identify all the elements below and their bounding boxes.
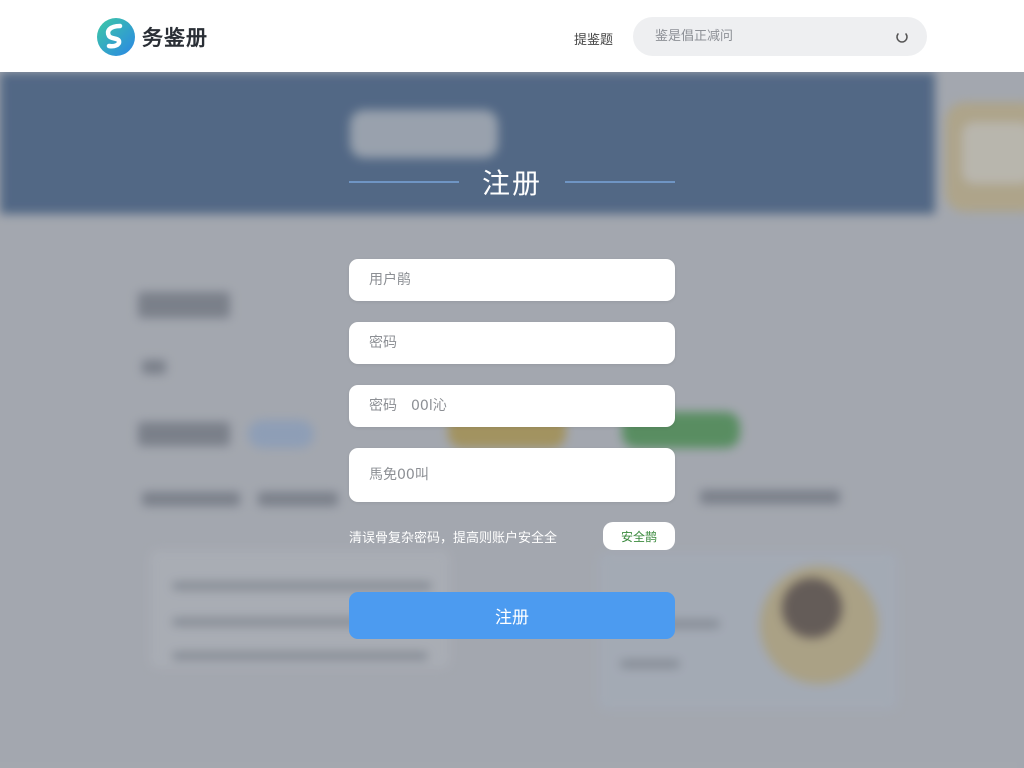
form-title-row: 注册 (349, 160, 675, 204)
password-field[interactable] (349, 322, 675, 364)
search-box[interactable] (633, 17, 927, 56)
register-button[interactable]: 注册 (349, 592, 675, 639)
search-input[interactable] (653, 28, 895, 45)
username-field[interactable] (349, 259, 675, 301)
password-strength-badge[interactable]: 安全鹊 (603, 522, 675, 550)
top-navbar: 务鉴册 提鉴题 (0, 0, 1024, 72)
confirm-password-input[interactable] (367, 397, 657, 415)
logo[interactable]: 务鉴册 (96, 17, 208, 57)
logo-text: 务鉴册 (142, 26, 208, 50)
title-divider-right (564, 181, 675, 183)
email-input[interactable] (367, 466, 657, 484)
form-title: 注册 (481, 167, 542, 200)
email-field[interactable] (349, 448, 675, 502)
logo-icon (97, 18, 135, 56)
title-divider-left (349, 181, 459, 183)
password-hint: 清误骨复杂密码，提高则账户安全全 (349, 531, 558, 546)
header-link[interactable]: 提鉴题 (574, 29, 613, 48)
username-input[interactable] (367, 271, 657, 289)
search-icon[interactable] (895, 30, 909, 44)
confirm-password-field[interactable] (349, 385, 675, 427)
password-input[interactable] (367, 334, 657, 352)
